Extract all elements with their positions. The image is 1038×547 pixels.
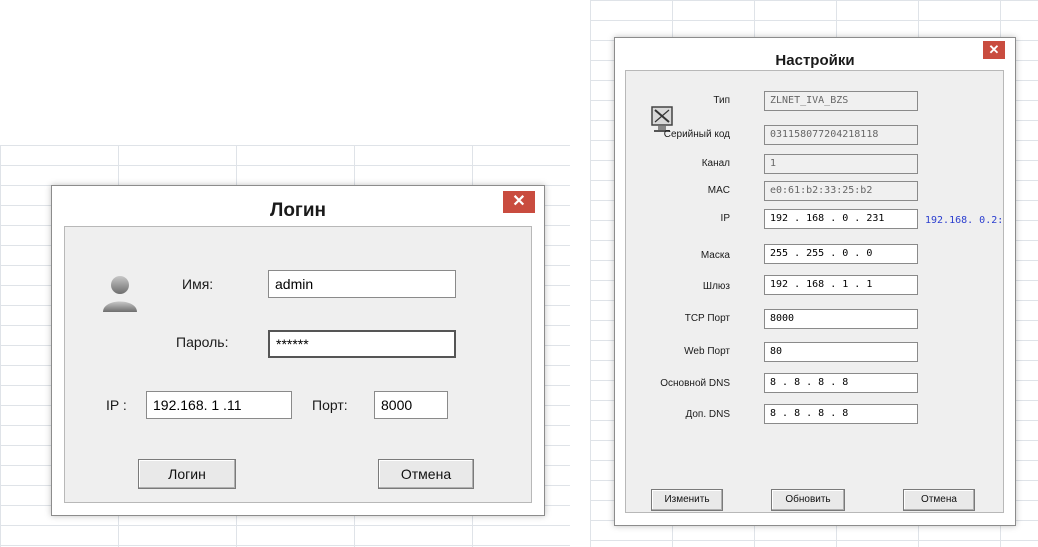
ip-info-text: 192.168. 0.2: <box>925 215 1004 226</box>
secondary-dns-label: Доп. DNS <box>685 409 730 420</box>
ip-input[interactable]: 192.168. 1 .11 <box>146 391 292 419</box>
password-label: Пароль: <box>176 334 229 350</box>
mask-field[interactable]: 255 . 255 . 0 . 0 <box>764 244 918 264</box>
gateway-field[interactable]: 192 . 168 . 1 . 1 <box>764 275 918 295</box>
tcp-port-field[interactable]: 8000 <box>764 309 918 329</box>
change-button[interactable]: Изменить <box>651 489 723 511</box>
settings-dialog: Настройки ✕ Тип ZLNET_IVA_BZS Серийный к… <box>614 37 1016 526</box>
cancel-button[interactable]: Отмена <box>903 489 975 511</box>
login-button[interactable]: Логин <box>138 459 236 489</box>
web-port-label: Web Порт <box>684 346 730 357</box>
secondary-dns-field[interactable]: 8 . 8 . 8 . 8 <box>764 404 918 424</box>
primary-dns-label: Основной DNS <box>660 378 730 389</box>
refresh-button[interactable]: Обновить <box>771 489 845 511</box>
channel-label: Канал <box>701 158 730 169</box>
port-label: Порт: <box>312 397 348 413</box>
serial-label: Серийный код <box>663 129 730 140</box>
mac-label: MAC <box>707 185 730 196</box>
tcp-port-label: TCP Порт <box>684 313 730 324</box>
primary-dns-field[interactable]: 8 . 8 . 8 . 8 <box>764 373 918 393</box>
ip-field[interactable]: 192 . 168 . 0 . 231 <box>764 209 918 229</box>
mac-field: e0:61:b2:33:25:b2 <box>764 181 918 201</box>
password-input[interactable]: ****** <box>268 330 456 358</box>
name-label: Имя: <box>182 276 214 292</box>
port-input[interactable]: 8000 <box>374 391 448 419</box>
name-input[interactable]: admin <box>268 270 456 298</box>
ip-label: IP <box>720 213 730 224</box>
login-dialog: Логин ✕ Имя: admin Пароль: ****** IP : 1… <box>51 185 545 516</box>
ip-label: IP : <box>106 397 127 413</box>
close-icon[interactable]: ✕ <box>983 41 1005 59</box>
web-port-field[interactable]: 80 <box>764 342 918 362</box>
user-avatar-icon <box>103 276 137 312</box>
serial-field: 031158077204218118 <box>764 125 918 145</box>
gateway-label: Шлюз <box>702 281 730 292</box>
type-field: ZLNET_IVA_BZS <box>764 91 918 111</box>
close-icon[interactable]: ✕ <box>503 191 535 213</box>
mask-label: Маска <box>700 250 730 261</box>
cancel-button[interactable]: Отмена <box>378 459 474 489</box>
type-label: Тип <box>713 95 730 106</box>
channel-field: 1 <box>764 154 918 174</box>
